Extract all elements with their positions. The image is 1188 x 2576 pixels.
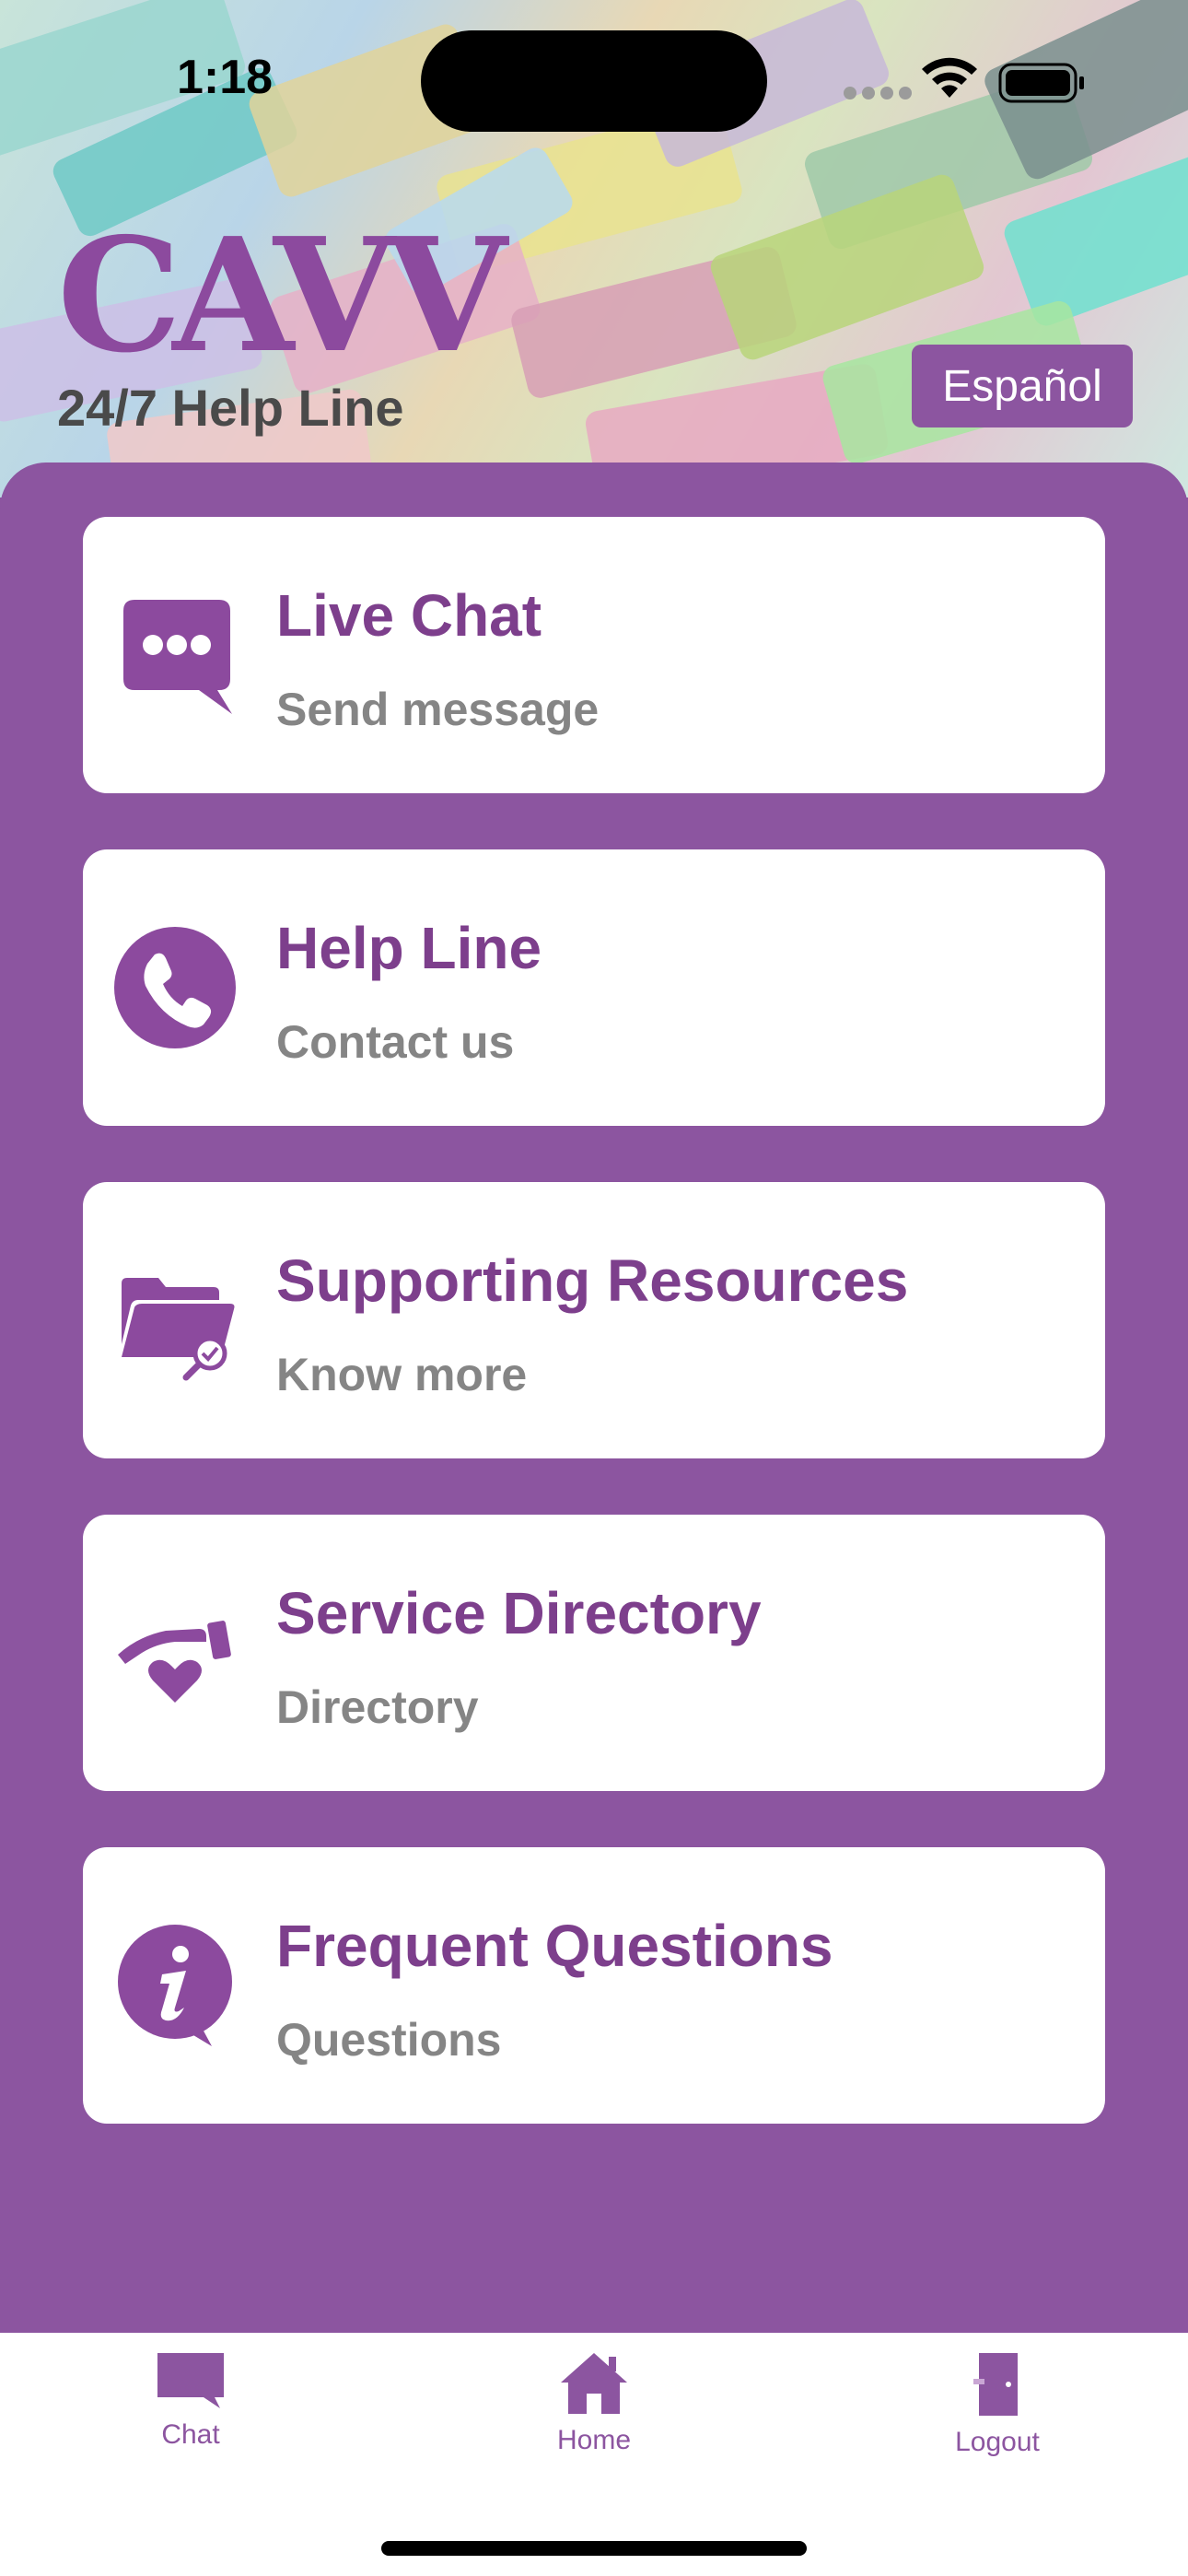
status-time: 1:18 bbox=[177, 51, 274, 104]
card-title: Supporting Resources bbox=[276, 1247, 909, 1314]
signal-dot bbox=[862, 87, 875, 100]
card-subtitle: Send message bbox=[276, 684, 600, 735]
tab-home[interactable]: Home bbox=[493, 2351, 695, 2508]
card-title: Help Line bbox=[276, 915, 542, 981]
wifi-icon bbox=[922, 57, 977, 98]
card-subtitle: Know more bbox=[276, 1349, 528, 1400]
tab-chat[interactable]: Chat bbox=[89, 2351, 292, 2508]
card-title: Live Chat bbox=[276, 582, 542, 649]
chat-bubble-icon bbox=[123, 600, 232, 714]
hand-heart-icon bbox=[118, 1621, 231, 1703]
status-bar: 1:18 bbox=[0, 0, 1188, 157]
tab-bar: Chat Home Logout bbox=[0, 2333, 1188, 2576]
tab-label: Chat bbox=[161, 2419, 220, 2450]
dynamic-island bbox=[421, 30, 767, 132]
battery-icon bbox=[998, 63, 1084, 103]
supporting-resources-card[interactable]: Supporting Resources Know more bbox=[83, 1182, 1105, 1458]
home-indicator bbox=[381, 2541, 807, 2556]
header-subtitle: 24/7 Help Line bbox=[57, 379, 404, 437]
card-subtitle: Directory bbox=[276, 1681, 479, 1733]
signal-dot bbox=[899, 87, 912, 100]
folder-search-icon bbox=[122, 1278, 235, 1381]
tab-label: Home bbox=[556, 2425, 632, 2455]
help-line-card[interactable]: Help Line Contact us bbox=[83, 849, 1105, 1126]
cavv-logo: CAVV bbox=[57, 204, 507, 388]
frequent-questions-card[interactable]: Frequent Questions Questions bbox=[83, 1847, 1105, 2124]
phone-icon bbox=[114, 927, 236, 1048]
home-icon bbox=[561, 2353, 627, 2414]
language-button[interactable]: Español bbox=[912, 345, 1133, 427]
service-directory-card[interactable]: Service Directory Directory bbox=[83, 1515, 1105, 1791]
chat-icon bbox=[157, 2353, 224, 2408]
tab-label: Logout bbox=[955, 2427, 1040, 2457]
card-title: Frequent Questions bbox=[276, 1913, 833, 1979]
signal-dot bbox=[880, 87, 893, 100]
signal-dot bbox=[844, 87, 856, 100]
card-subtitle: Contact us bbox=[276, 1016, 515, 1068]
tab-logout[interactable]: Logout bbox=[896, 2351, 1099, 2508]
live-chat-card[interactable]: Live Chat Send message bbox=[83, 517, 1105, 793]
card-subtitle: Questions bbox=[276, 2014, 502, 2066]
door-icon bbox=[973, 2353, 1018, 2416]
card-title: Service Directory bbox=[276, 1580, 762, 1646]
info-icon bbox=[118, 1925, 232, 2046]
